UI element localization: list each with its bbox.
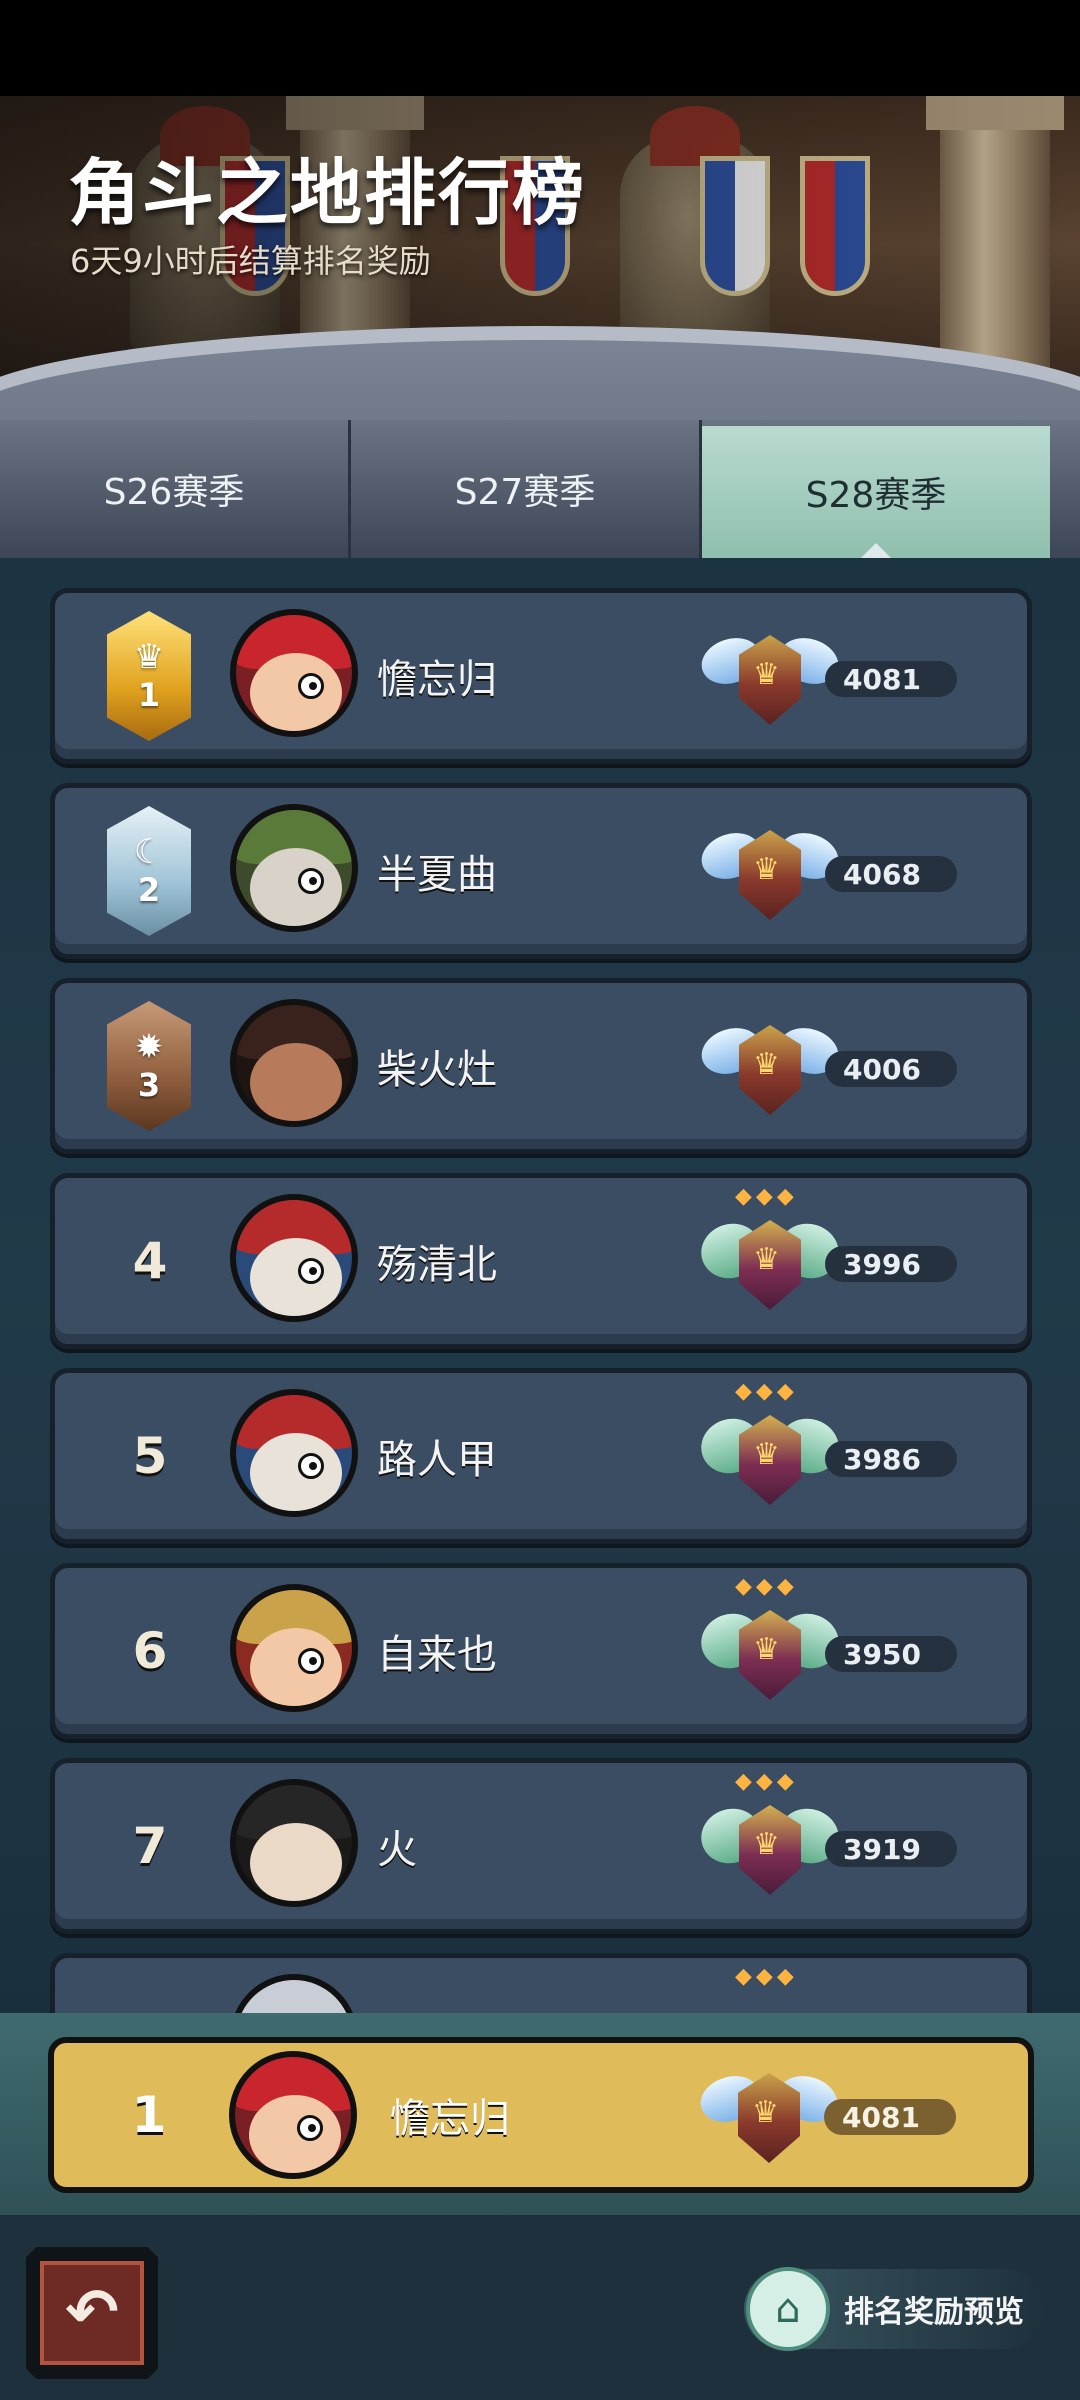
trophy-icon: ◆◆◆ ♛	[694, 1379, 846, 1517]
player-name: 憺忘归	[377, 657, 497, 703]
silver-rank-badge-icon: ☾ 2	[107, 806, 191, 936]
player-name: 火	[377, 1827, 417, 1873]
score-value: 3950	[825, 1636, 957, 1672]
gold-rank-badge-icon: ♛ 1	[107, 611, 191, 741]
tab-s26[interactable]: S26赛季	[0, 420, 351, 558]
tab-s27[interactable]: S27赛季	[351, 420, 702, 558]
my-player-name: 憺忘归	[390, 2096, 510, 2142]
back-button[interactable]: ↶	[26, 2247, 158, 2379]
trophy-icon: ♛	[695, 1007, 845, 1127]
my-rank-bar: 1 憺忘归 ♛ 4081	[0, 2013, 1080, 2215]
leaderboard-list[interactable]: ♛ 1 憺忘归 ♛ 4081 ☾ 2 半夏曲 ♛ 4068 ✹ 3 柴火灶 ♛ …	[0, 558, 1080, 2013]
player-name: 自来也	[377, 1632, 497, 1678]
rank-number: 6	[132, 1622, 168, 1680]
player-avatar[interactable]	[230, 609, 358, 737]
leaderboard-row[interactable]: 5 路人甲 ◆◆◆ ♛ 3986	[50, 1368, 1032, 1544]
rank-number: 5	[132, 1427, 168, 1485]
rank-number: 7	[132, 1817, 168, 1875]
player-name: 半夏曲	[377, 852, 497, 898]
rank-rewards-preview-label: 排名奖励预览	[844, 2295, 1024, 2330]
season-tabs: S26赛季 S27赛季 S28赛季	[0, 420, 1080, 559]
player-name: 柴火灶	[377, 1047, 497, 1093]
player-avatar[interactable]	[230, 999, 358, 1127]
score-value: 3996	[825, 1246, 957, 1282]
trophy-icon: ◆◆◆ ♛	[694, 1769, 846, 1907]
page-title: 角斗之地排行榜	[68, 151, 587, 235]
leaderboard-row[interactable]: ☾ 2 半夏曲 ♛ 4068	[50, 783, 1032, 959]
player-avatar[interactable]	[230, 1389, 358, 1517]
trophy-icon: ◆◆◆ ♛	[694, 1184, 846, 1322]
trophy-icon: ♛	[694, 2055, 844, 2175]
leaderboard-row[interactable]: ♛ 1 憺忘归 ♛ 4081	[50, 588, 1032, 764]
leaderboard-row[interactable]: 7 火 ◆◆◆ ♛ 3919	[50, 1758, 1032, 1934]
my-score-value: 4081	[824, 2099, 956, 2135]
leaderboard-row[interactable]: ✹ 3 柴火灶 ♛ 4006	[50, 978, 1032, 1154]
score-value: 4006	[825, 1051, 957, 1087]
header-banner: 角斗之地排行榜 6天9小时后结算排名奖励	[0, 96, 1080, 426]
leaderboard-row[interactable]: 6 自来也 ◆◆◆ ♛ 3950	[50, 1563, 1032, 1739]
player-avatar[interactable]	[230, 804, 358, 932]
leaderboard-row-partial[interactable]: ◆◆◆	[50, 1953, 1032, 2013]
score-value: 4068	[825, 856, 957, 892]
rank-number: 4	[132, 1232, 168, 1290]
settlement-countdown: 6天9小时后结算排名奖励	[70, 242, 431, 280]
footer: ↶ ⌂ 排名奖励预览	[0, 2215, 1080, 2400]
my-rank-row[interactable]: 1 憺忘归 ♛ 4081	[48, 2037, 1034, 2193]
player-avatar[interactable]	[230, 1974, 358, 2013]
bronze-rank-badge-icon: ✹ 3	[107, 1001, 191, 1131]
score-value: 4081	[825, 661, 957, 697]
my-rank-number: 1	[131, 2086, 167, 2144]
player-name: 殇清北	[377, 1242, 497, 1288]
trophy-icon: ◆◆◆	[735, 1964, 798, 1989]
tab-s28[interactable]: S28赛季	[702, 426, 1050, 559]
trophy-icon: ♛	[695, 812, 845, 932]
player-avatar[interactable]	[230, 1584, 358, 1712]
player-name: 路人甲	[377, 1437, 497, 1483]
status-bar	[0, 0, 1080, 96]
back-arrow-icon: ↶	[65, 2276, 119, 2350]
score-value: 3919	[825, 1831, 957, 1867]
rank-rewards-preview-button[interactable]: ⌂ 排名奖励预览	[744, 2267, 1044, 2351]
score-value: 3986	[825, 1441, 957, 1477]
my-avatar[interactable]	[229, 2051, 357, 2179]
leaderboard-row[interactable]: 4 殇清北 ◆◆◆ ♛ 3996	[50, 1173, 1032, 1349]
player-avatar[interactable]	[230, 1194, 358, 1322]
trophy-icon: ♛	[695, 617, 845, 737]
trophy-icon: ◆◆◆ ♛	[694, 1574, 846, 1712]
reward-preview-icon: ⌂	[746, 2267, 830, 2351]
player-avatar[interactable]	[230, 1779, 358, 1907]
